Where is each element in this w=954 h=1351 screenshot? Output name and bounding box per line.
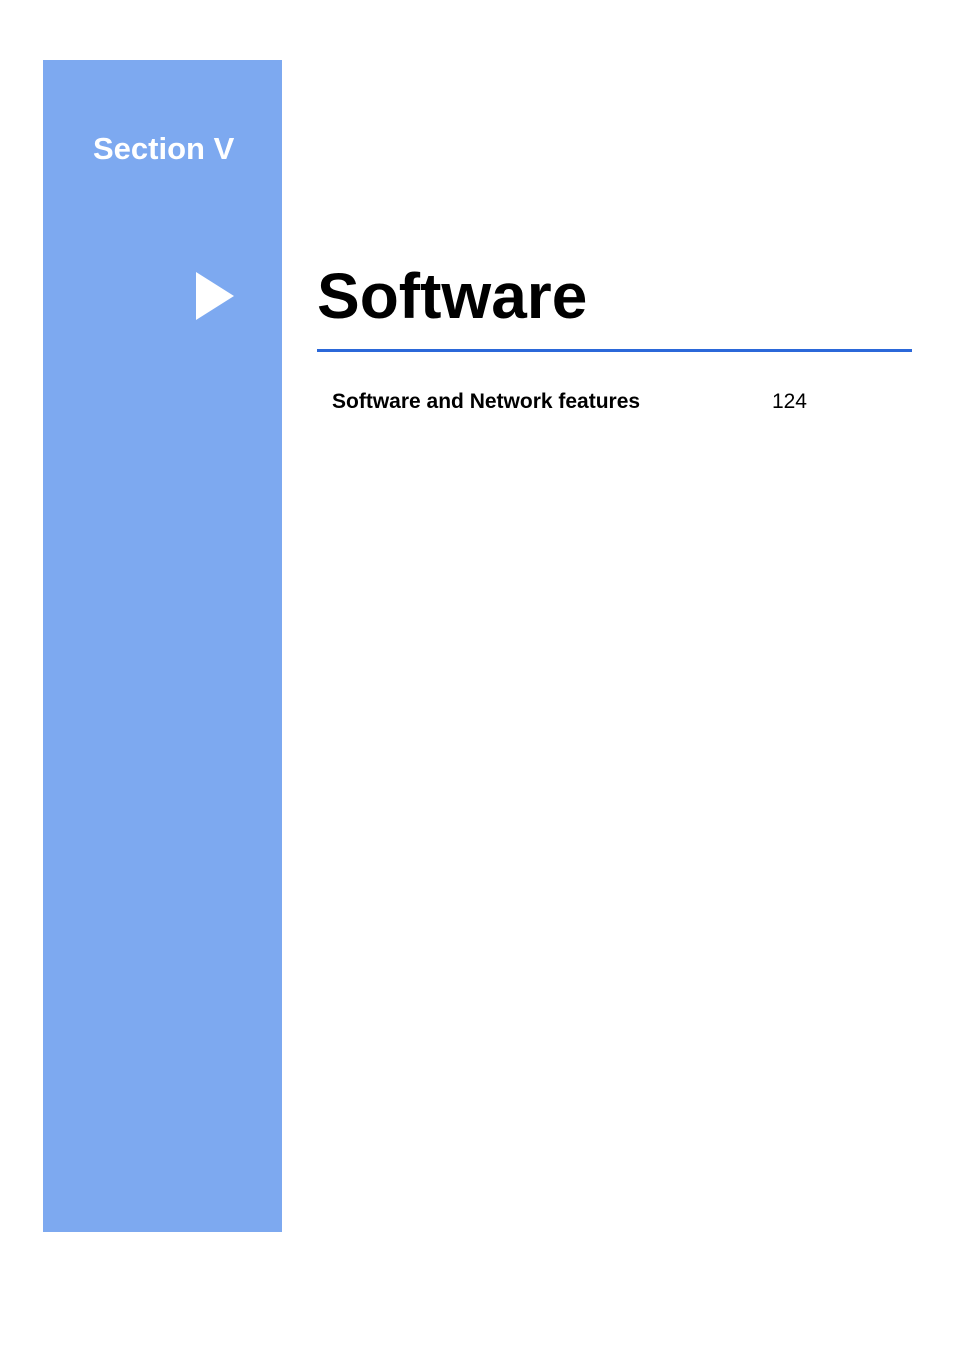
title-underline-rule <box>317 349 912 352</box>
play-triangle-icon <box>196 272 234 320</box>
toc-entry-label: Software and Network features <box>332 390 640 414</box>
section-label: Section V <box>93 131 234 167</box>
sidebar-panel <box>43 60 282 1232</box>
toc-entry-page: 124 <box>772 390 807 414</box>
toc-entry: Software and Network features 124 <box>332 390 807 414</box>
main-title: Software <box>317 259 587 333</box>
